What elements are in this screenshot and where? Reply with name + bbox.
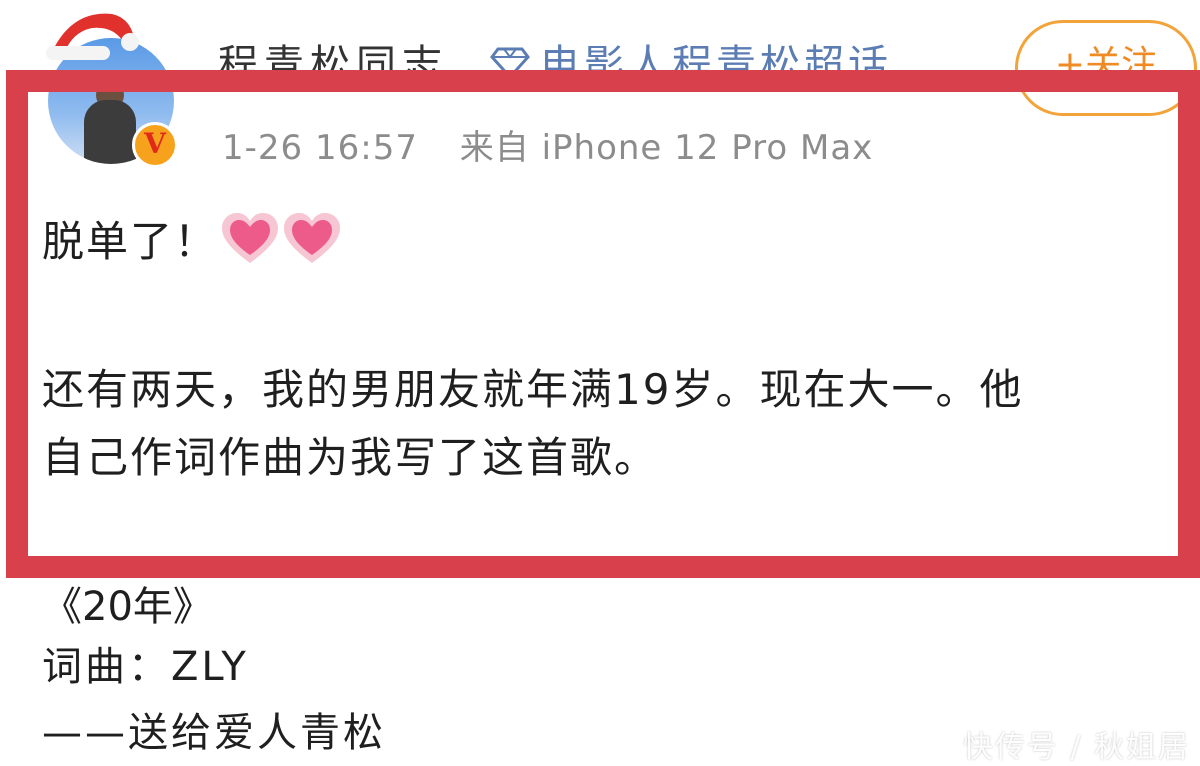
post-time[interactable]: 1-26 16:57 <box>222 128 418 168</box>
song-title: 《20年》 <box>42 584 213 630</box>
post-text-line-1: 脱单了！ <box>42 208 342 269</box>
avatar-person-body <box>84 100 136 164</box>
song-dedication: ——送给爱人青松 <box>42 710 386 756</box>
watermark: 快传号 / 秋姐居 <box>962 730 1190 765</box>
verified-badge: V <box>132 122 178 168</box>
post-source: 来自 iPhone 12 Pro Max <box>459 128 874 168</box>
song-credit: 词曲：ZLY <box>42 644 249 690</box>
diamond-icon <box>490 47 530 70</box>
supertopic-label: 电影人程青松超话 <box>540 42 892 70</box>
supertopic-link[interactable]: 电影人程青松超话 <box>490 32 892 70</box>
post-text-line-2: 还有两天，我的男朋友就年满19岁。现在大一。他 <box>42 365 1024 414</box>
post-text-intro: 脱单了！ <box>42 217 219 266</box>
heart-icon <box>222 212 279 263</box>
post-meta: 1-26 16:57 来自 iPhone 12 Pro Max <box>222 120 903 169</box>
heart-icon <box>284 212 341 263</box>
post-text-line-3: 自己作词作曲为我写了这首歌。 <box>42 433 659 482</box>
author-name[interactable]: 程青松同志 <box>218 32 448 70</box>
follow-button[interactable]: +关注 <box>1015 20 1197 116</box>
santa-hat-icon <box>46 13 139 60</box>
